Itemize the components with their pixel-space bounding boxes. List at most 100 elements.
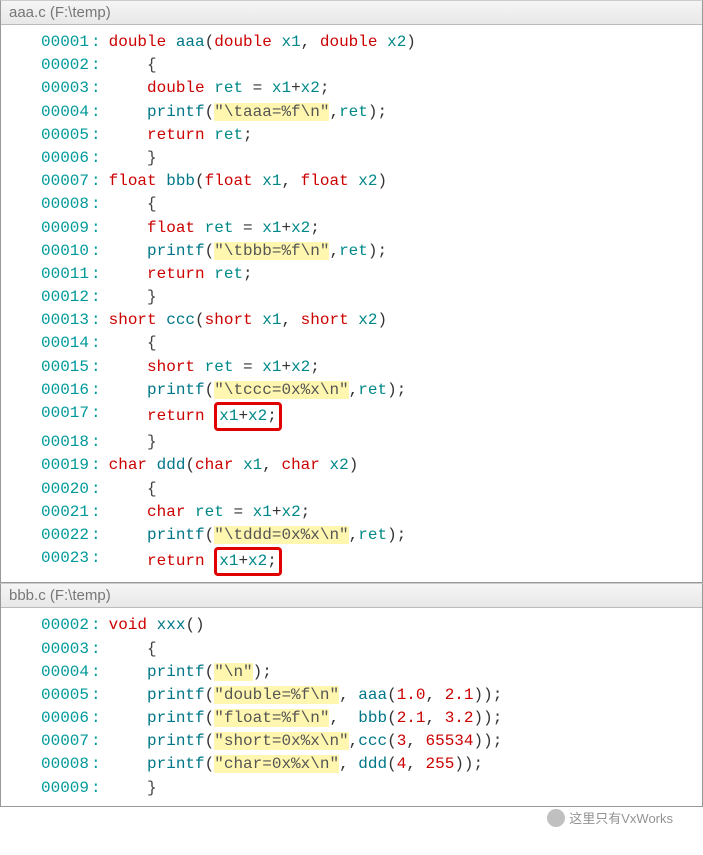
code-token: x2 <box>358 311 377 329</box>
code-token: "short=0x%x\n" <box>214 732 348 750</box>
code-line[interactable]: 00022: printf("\tddd=0x%x\n",ret); <box>1 524 702 547</box>
code-line[interactable]: 00002:void xxx() <box>1 614 702 637</box>
file-panel: aaa.c (F:\temp)00001:double aaa(double x… <box>0 0 703 583</box>
code-token: aaa <box>358 686 387 704</box>
code-content: return x1+x2; <box>109 402 702 431</box>
code-line[interactable]: 00015: short ret = x1+x2; <box>1 356 702 379</box>
code-line[interactable]: 00006: printf("float=%f\n", bbb(2.1, 3.2… <box>1 707 702 730</box>
code-token: "\taaa=%f\n" <box>214 103 329 121</box>
code-token: ( <box>205 33 215 51</box>
code-token: x2 <box>281 503 300 521</box>
code-line[interactable]: 00008: { <box>1 193 702 216</box>
code-token: float <box>147 219 205 237</box>
code-line[interactable]: 00013:short ccc(short x1, short x2) <box>1 309 702 332</box>
code-token: ); <box>387 381 406 399</box>
code-content: short ret = x1+x2; <box>109 356 702 379</box>
watermark-text: 这里只有VxWorks <box>569 808 673 827</box>
line-colon: : <box>91 170 109 193</box>
line-colon: : <box>91 77 109 100</box>
code-line[interactable]: 00003: double ret = x1+x2; <box>1 77 702 100</box>
code-token: printf <box>147 103 205 121</box>
code-token: { <box>147 195 157 213</box>
code-token: } <box>147 149 157 167</box>
code-line[interactable]: 00012: } <box>1 286 702 309</box>
code-line[interactable]: 00006: } <box>1 147 702 170</box>
code-token: x2 <box>248 407 267 425</box>
code-line[interactable]: 00018: } <box>1 431 702 454</box>
line-colon: : <box>91 193 109 216</box>
code-content: return ret; <box>109 263 702 286</box>
code-line[interactable]: 00021: char ret = x1+x2; <box>1 501 702 524</box>
code-line[interactable]: 00019:char ddd(char x1, char x2) <box>1 454 702 477</box>
code-token: ( <box>205 732 215 750</box>
line-colon: : <box>91 217 109 240</box>
line-number: 00007 <box>1 170 91 193</box>
code-line[interactable]: 00016: printf("\tccc=0x%x\n",ret); <box>1 379 702 402</box>
file-header[interactable]: bbb.c (F:\temp) <box>1 584 702 608</box>
code-token: , <box>406 755 425 773</box>
code-line[interactable]: 00005: printf("double=%f\n", aaa(1.0, 2.… <box>1 684 702 707</box>
code-area[interactable]: 00001:double aaa(double x1, double x2)00… <box>1 25 702 582</box>
code-token: ret <box>358 526 387 544</box>
code-token: printf <box>147 755 205 773</box>
code-token: , <box>349 526 359 544</box>
code-content: double ret = x1+x2; <box>109 77 702 100</box>
code-content: short ccc(short x1, short x2) <box>109 309 702 332</box>
code-token: 255 <box>426 755 455 773</box>
code-content: printf("\tccc=0x%x\n",ret); <box>109 379 702 402</box>
code-token: ret <box>358 381 387 399</box>
code-line[interactable]: 00005: return ret; <box>1 124 702 147</box>
line-number: 00014 <box>1 332 91 355</box>
code-token: short <box>205 311 263 329</box>
line-colon: : <box>91 547 109 570</box>
code-token: , <box>329 709 358 727</box>
code-content: { <box>109 54 702 77</box>
line-colon: : <box>91 638 109 661</box>
code-line[interactable]: 00004: printf("\taaa=%f\n",ret); <box>1 101 702 124</box>
code-line[interactable]: 00002: { <box>1 54 702 77</box>
code-content: { <box>109 478 702 501</box>
code-line[interactable]: 00008: printf("char=0x%x\n", ddd(4, 255)… <box>1 753 702 776</box>
code-token: x1 <box>262 358 281 376</box>
code-line[interactable]: 00001:double aaa(double x1, double x2) <box>1 31 702 54</box>
code-line[interactable]: 00007: printf("short=0x%x\n",ccc(3, 6553… <box>1 730 702 753</box>
code-token: ); <box>253 663 272 681</box>
code-token: x2 <box>248 552 267 570</box>
code-line[interactable]: 00017: return x1+x2; <box>1 402 702 431</box>
code-token: ccc <box>166 311 195 329</box>
code-line[interactable]: 00020: { <box>1 478 702 501</box>
line-number: 00016 <box>1 379 91 402</box>
line-number: 00004 <box>1 661 91 684</box>
code-token: { <box>147 56 157 74</box>
code-line[interactable]: 00004: printf("\n"); <box>1 661 702 684</box>
code-line[interactable]: 00003: { <box>1 638 702 661</box>
code-token: printf <box>147 663 205 681</box>
code-area[interactable]: 00002:void xxx()00003: {00004: printf("\… <box>1 608 702 806</box>
code-token: + <box>281 219 291 237</box>
code-token: char <box>195 456 243 474</box>
code-token: + <box>281 358 291 376</box>
code-content: char ddd(char x1, char x2) <box>109 454 702 477</box>
code-line[interactable]: 00010: printf("\tbbb=%f\n",ret); <box>1 240 702 263</box>
code-token: x1 <box>262 172 281 190</box>
code-token: 1.0 <box>397 686 426 704</box>
code-line[interactable]: 00023: return x1+x2; <box>1 547 702 576</box>
code-token: ret <box>339 242 368 260</box>
code-token: printf <box>147 381 205 399</box>
file-header[interactable]: aaa.c (F:\temp) <box>1 1 702 25</box>
code-token: ret <box>214 265 243 283</box>
code-content: float bbb(float x1, float x2) <box>109 170 702 193</box>
code-token: char <box>281 456 329 474</box>
code-line[interactable]: 00009: float ret = x1+x2; <box>1 217 702 240</box>
code-token: , <box>339 686 358 704</box>
code-line[interactable]: 00011: return ret; <box>1 263 702 286</box>
code-line[interactable]: 00009: } <box>1 777 702 800</box>
watermark: 这里只有VxWorks <box>547 808 673 827</box>
line-colon: : <box>91 101 109 124</box>
code-line[interactable]: 00007:float bbb(float x1, float x2) <box>1 170 702 193</box>
line-number: 00021 <box>1 501 91 524</box>
code-token: x2 <box>329 456 348 474</box>
code-token: return <box>147 126 214 144</box>
code-line[interactable]: 00014: { <box>1 332 702 355</box>
code-token: ddd <box>157 456 186 474</box>
